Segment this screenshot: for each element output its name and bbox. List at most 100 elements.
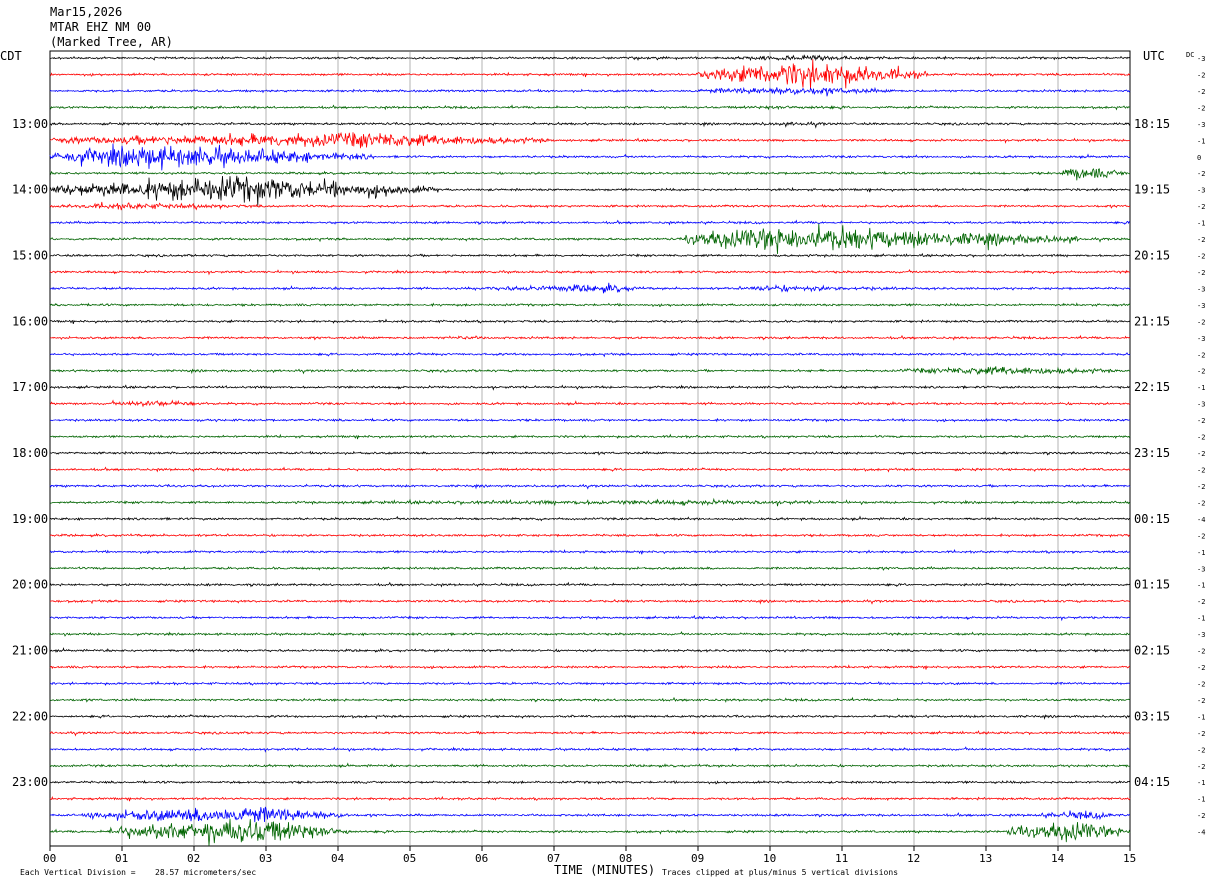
dc-offset-label: -1 [1197,713,1205,721]
dc-offset-label: -2 [1197,598,1205,606]
dc-offset-label: -2 [1197,203,1205,211]
dc-offset-label: -2 [1197,434,1205,442]
trace-31 [49,565,1131,571]
header-station: MTAR EHZ NM 00 [50,20,151,34]
trace-12 [49,252,1131,259]
scale-prefix: Each Vertical Division = [20,868,136,877]
left-hour-label-16:00: 16:00 [12,314,48,328]
axis-labels: 00 01 02 03 04 05 06 07 08 09 10 11 12 13 14 15-3-2-2-2… [12,55,1205,865]
x-tick-label-02: 02 [187,852,200,865]
trace-44 [49,779,1131,785]
dc-offset-label: -3 [1197,285,1205,293]
dc-offset-label: -3 [1197,55,1205,63]
trace-22 [49,417,1131,423]
time-axis-label: TIME (MINUTES) [554,863,655,877]
dc-offset-label: -2 [1197,467,1205,475]
dc-offset-label: -1 [1197,582,1205,590]
dc-offset-label: -2 [1197,532,1205,540]
dc-offset-label: -2 [1197,351,1205,359]
trace-13 [49,268,1131,276]
right-hour-label-18:15: 18:15 [1134,117,1170,131]
left-hour-label-19:00: 19:00 [12,512,48,526]
trace-14 [49,282,1131,294]
trace-41 [49,730,1131,737]
right-hour-label-20:15: 20:15 [1134,249,1170,263]
left-hour-label-13:00: 13:00 [12,117,48,131]
x-tick-label-01: 01 [115,852,128,865]
dc-offset-label: -2 [1197,170,1205,178]
header-location: (Marked Tree, AR) [50,35,173,49]
seismogram-traces [49,54,1131,846]
dc-offset-label: -2 [1197,483,1205,491]
x-tick-label-13: 13 [979,852,992,865]
trace-28 [49,515,1131,522]
dc-offset-label: -3 [1197,335,1205,343]
trace-10 [49,219,1131,226]
right-hour-label-01:15: 01:15 [1134,578,1170,592]
dc-offset-label: -2 [1197,450,1205,458]
dc-offset-label: -3 [1197,121,1205,129]
helicorder-plot: 00 01 02 03 04 05 06 07 08 09 10 11 12 13 14 15-3-2-2-2… [0,5,1205,877]
trace-40 [49,714,1131,720]
dc-offset-label: -2 [1197,730,1205,738]
dc-offset-label: -1 [1197,779,1205,787]
x-tick-label-09: 09 [691,852,704,865]
dc-offset-label: 0 [1197,154,1201,162]
x-tick-label-06: 06 [475,852,488,865]
trace-4 [49,120,1131,129]
right-hour-label-04:15: 04:15 [1134,775,1170,789]
trace-34 [49,614,1130,622]
dc-offset-label: -3 [1197,187,1205,195]
trace-16 [49,318,1131,324]
trace-26 [49,483,1131,490]
left-hour-label-15:00: 15:00 [12,249,48,263]
trace-33 [49,598,1131,605]
trace-27 [49,497,1131,507]
left-hour-label-20:00: 20:00 [12,578,48,592]
dc-offset-label: -3 [1197,565,1205,573]
trace-39 [49,696,1131,703]
right-hour-label-19:15: 19:15 [1134,183,1170,197]
dc-offset-label: -2 [1197,253,1205,261]
dc-offset-label: -1 [1197,615,1205,623]
trace-15 [49,302,1131,308]
dc-offset-label: -2 [1197,368,1205,376]
dc-offset-label: -2 [1197,269,1205,277]
trace-20 [49,384,1131,391]
dc-label: DC [1186,51,1194,59]
x-tick-label-12: 12 [907,852,920,865]
x-tick-label-04: 04 [331,852,345,865]
left-hour-label-17:00: 17:00 [12,380,48,394]
dc-offset-label: -1 [1197,137,1205,145]
dc-offset-label: -2 [1197,499,1205,507]
trace-45 [49,795,1131,802]
dc-offset-label: -4 [1197,516,1205,524]
left-axis-title: CDT [0,49,22,63]
right-hour-label-02:15: 02:15 [1134,644,1170,658]
header-date: Mar15,2026 [50,5,122,19]
left-hour-label-21:00: 21:00 [12,644,48,658]
dc-offset-label: -2 [1197,417,1205,425]
scale-value: 28.57 micrometers/sec [155,868,256,877]
x-tick-label-11: 11 [835,852,848,865]
dc-offset-label: -3 [1197,401,1205,409]
dc-offset-label: -2 [1197,697,1205,705]
left-hour-label-22:00: 22:00 [12,709,48,723]
x-tick-label-00: 00 [43,852,56,865]
trace-19 [49,366,1131,376]
dc-offset-label: -2 [1197,648,1205,656]
trace-2 [49,86,1131,97]
right-hour-label-03:15: 03:15 [1134,709,1170,723]
dc-offset-label: -2 [1197,664,1205,672]
left-hour-label-18:00: 18:00 [12,446,48,460]
trace-38 [49,680,1131,686]
trace-23 [49,433,1131,440]
dc-offset-label: -2 [1197,88,1205,96]
left-hour-label-14:00: 14:00 [12,183,48,197]
trace-3 [49,104,1131,111]
trace-1 [49,59,1131,90]
x-tick-label-15: 15 [1123,852,1136,865]
trace-25 [49,466,1131,473]
trace-35 [49,631,1131,637]
x-tick-label-10: 10 [763,852,776,865]
